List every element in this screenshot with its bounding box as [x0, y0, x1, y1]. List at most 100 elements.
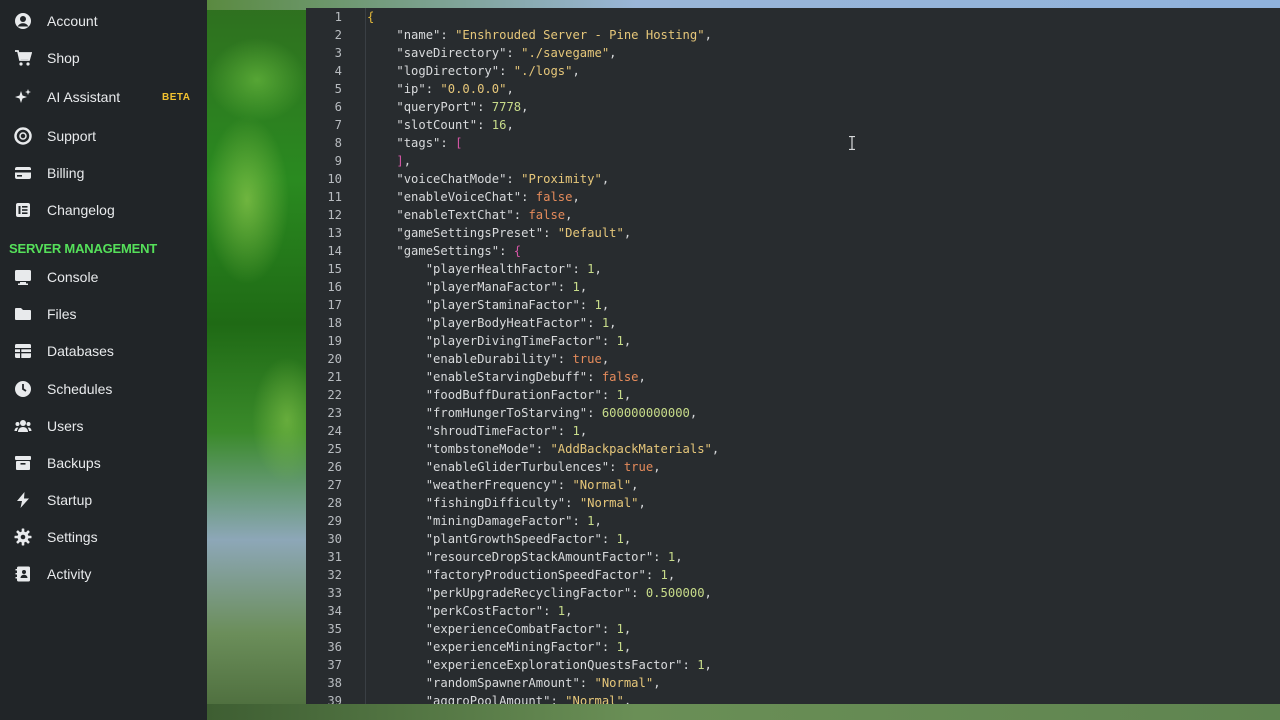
code-line[interactable]: 27 "weatherFrequency": "Normal", [306, 476, 1280, 494]
code-line[interactable]: 14 "gameSettings": { [306, 242, 1280, 260]
code-token: : [425, 82, 441, 96]
code-token: false [535, 190, 573, 204]
code-line[interactable]: 8 "tags": [ [306, 134, 1280, 152]
code-line[interactable]: 25 "tombstoneMode": "AddBackpackMaterial… [306, 440, 1280, 458]
code-token: , [623, 622, 632, 636]
code-line[interactable]: 2 "name": "Enshrouded Server - Pine Host… [306, 26, 1280, 44]
code-token: 1 [616, 622, 624, 636]
code-line[interactable]: 5 "ip": "0.0.0.0", [306, 80, 1280, 98]
code-line[interactable]: 3 "saveDirectory": "./savegame", [306, 44, 1280, 62]
sidebar-item-settings[interactable]: Settings [0, 520, 207, 554]
code-line[interactable]: 24 "shroudTimeFactor": 1, [306, 422, 1280, 440]
code-line[interactable]: 38 "randomSpawnerAmount": "Normal", [306, 674, 1280, 692]
code-line[interactable]: 29 "miningDamageFactor": 1, [306, 512, 1280, 530]
code-line[interactable]: 30 "plantGrowthSpeedFactor": 1, [306, 530, 1280, 548]
sidebar-item-shop[interactable]: Shop [0, 41, 207, 75]
code-line[interactable]: 22 "foodBuffDurationFactor": 1, [306, 386, 1280, 404]
code-line[interactable]: 31 "resourceDropStackAmountFactor": 1, [306, 548, 1280, 566]
code-text: "fromHungerToStarving": 600000000000, [367, 404, 698, 422]
code-token: , [565, 604, 573, 618]
sidebar-item-ai-assistant[interactable]: AI Assistant BETA [0, 80, 207, 114]
code-token: 600000000000 [601, 406, 690, 420]
sidebar-item-users[interactable]: Users [0, 409, 207, 443]
line-number: 18 [327, 316, 342, 330]
code-token: "plantGrowthSpeedFactor" [425, 532, 602, 546]
code-token: false [601, 370, 639, 384]
code-token: 1 [697, 658, 705, 672]
code-token: : [579, 676, 595, 690]
code-line[interactable]: 23 "fromHungerToStarving": 600000000000, [306, 404, 1280, 422]
code-text: "experienceExplorationQuestsFactor": 1, [367, 656, 712, 674]
code-token: "enableVoiceChat" [396, 190, 522, 204]
code-text: "weatherFrequency": "Normal", [367, 476, 639, 494]
code-token: , [623, 388, 632, 402]
sidebar-item-changelog[interactable]: Changelog [0, 193, 207, 227]
code-token: : [631, 586, 646, 600]
sidebar-item-backups[interactable]: Backups [0, 446, 207, 480]
database-icon [14, 342, 32, 360]
code-line[interactable]: 21 "enableStarvingDebuff": false, [306, 368, 1280, 386]
code-line[interactable]: 6 "queryPort": 7778, [306, 98, 1280, 116]
sidebar-item-console[interactable]: Console [0, 260, 207, 294]
sidebar-item-startup[interactable]: Startup [0, 483, 207, 517]
code-token: , [638, 370, 646, 384]
sidebar-item-schedules[interactable]: Schedules [0, 372, 207, 406]
code-token: , [594, 262, 602, 276]
sidebar-item-label: Account [47, 13, 98, 29]
line-number: 7 [334, 118, 342, 132]
code-line[interactable]: 7 "slotCount": 16, [306, 116, 1280, 134]
code-token: : [550, 694, 566, 704]
code-token: "Enshrouded Server - Pine Hosting" [455, 28, 705, 42]
code-token: "name" [396, 28, 441, 42]
line-number: 27 [327, 478, 342, 492]
code-text: "perkCostFactor": 1, [367, 602, 573, 620]
code-line[interactable]: 13 "gameSettingsPreset": "Default", [306, 224, 1280, 242]
code-text: "experienceCombatFactor": 1, [367, 620, 631, 638]
sidebar-item-support[interactable]: Support [0, 119, 207, 153]
line-number: 9 [334, 154, 342, 168]
code-line[interactable]: 37 "experienceExplorationQuestsFactor": … [306, 656, 1280, 674]
code-token: : [477, 118, 492, 132]
code-line[interactable]: 35 "experienceCombatFactor": 1, [306, 620, 1280, 638]
folder-icon [14, 305, 32, 323]
code-line[interactable]: 10 "voiceChatMode": "Proximity", [306, 170, 1280, 188]
code-text: "gameSettingsPreset": "Default", [367, 224, 631, 242]
code-line[interactable]: 16 "playerManaFactor": 1, [306, 278, 1280, 296]
sidebar-item-files[interactable]: Files [0, 297, 207, 331]
code-line[interactable]: 20 "enableDurability": true, [306, 350, 1280, 368]
code-line[interactable]: 19 "playerDivingTimeFactor": 1, [306, 332, 1280, 350]
backup-icon [14, 454, 32, 472]
code-line[interactable]: 9 ], [306, 152, 1280, 170]
code-line[interactable]: 18 "playerBodyHeatFactor": 1, [306, 314, 1280, 332]
code-token: : [601, 388, 617, 402]
code-line[interactable]: 39 "aggroPoolAmount": "Normal", [306, 692, 1280, 704]
code-token: , [675, 550, 683, 564]
sidebar-item-billing[interactable]: Billing [0, 156, 207, 190]
code-line[interactable]: 11 "enableVoiceChat": false, [306, 188, 1280, 206]
line-number: 14 [327, 244, 342, 258]
code-token: : [440, 28, 456, 42]
code-line[interactable]: 26 "enableGliderTurbulences": true, [306, 458, 1280, 476]
code-line[interactable]: 28 "fishingDifficulty": "Normal", [306, 494, 1280, 512]
code-line[interactable]: 33 "perkUpgradeRecyclingFactor": 0.50000… [306, 584, 1280, 602]
code-token: , [579, 424, 588, 438]
code-text: "enableTextChat": false, [367, 206, 572, 224]
code-line[interactable]: 15 "playerHealthFactor": 1, [306, 260, 1280, 278]
code-line[interactable]: 17 "playerStaminaFactor": 1, [306, 296, 1280, 314]
code-token: "factoryProductionSpeedFactor" [425, 568, 646, 582]
code-line[interactable]: 12 "enableTextChat": false, [306, 206, 1280, 224]
code-line[interactable]: 4 "logDirectory": "./logs", [306, 62, 1280, 80]
code-token: : [499, 64, 514, 78]
code-token: { [513, 244, 522, 258]
code-token: "miningDamageFactor" [425, 514, 573, 528]
code-token: "0.0.0.0" [440, 82, 507, 96]
code-line[interactable]: 1{ [306, 8, 1280, 26]
sidebar-item-account[interactable]: Account [0, 4, 207, 38]
code-editor[interactable]: 1{2 "name": "Enshrouded Server - Pine Ho… [306, 8, 1280, 704]
code-line[interactable]: 32 "factoryProductionSpeedFactor": 1, [306, 566, 1280, 584]
code-text: "logDirectory": "./logs", [367, 62, 579, 80]
sidebar-item-databases[interactable]: Databases [0, 334, 207, 368]
code-line[interactable]: 36 "experienceMiningFactor": 1, [306, 638, 1280, 656]
code-line[interactable]: 34 "perkCostFactor": 1, [306, 602, 1280, 620]
sidebar-item-activity[interactable]: Activity [0, 557, 207, 591]
